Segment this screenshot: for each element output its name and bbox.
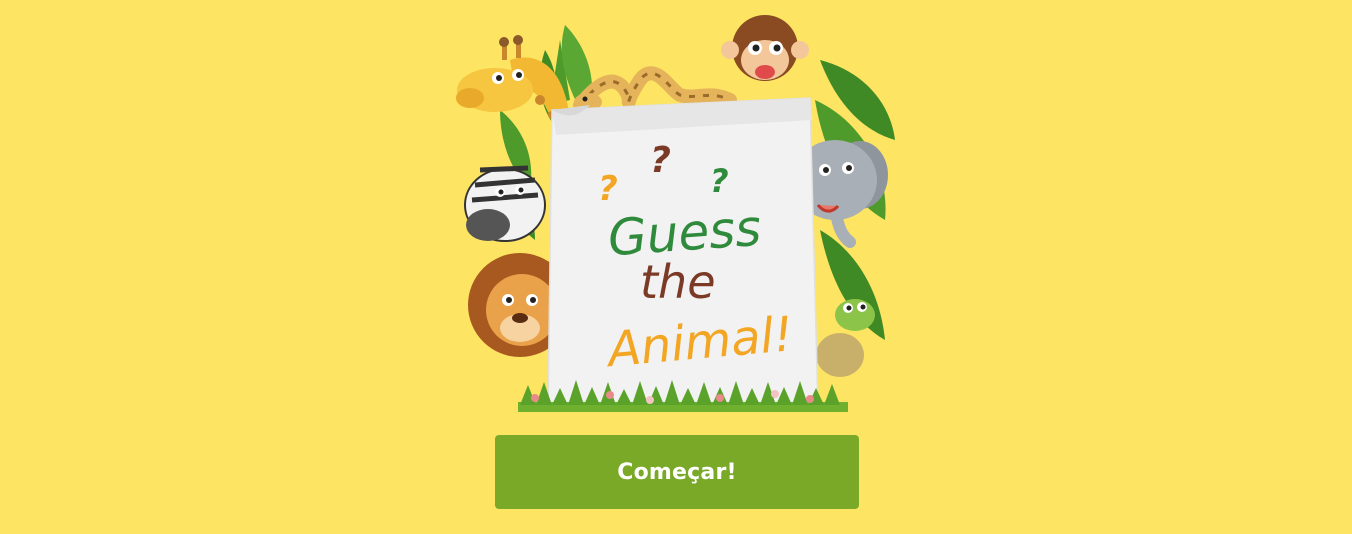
title-line-the: the <box>640 255 716 309</box>
monkey-character <box>721 15 809 81</box>
question-mark-left: ? <box>598 169 618 209</box>
zebra-character <box>464 165 546 242</box>
title-illustration: ? ? ? Guess the Animal! <box>440 10 910 420</box>
start-button[interactable]: Começar! <box>495 435 859 509</box>
game-start-screen: ? ? ? Guess the Animal! Começar! <box>0 0 1352 534</box>
question-mark-right: ? <box>710 162 729 200</box>
turtle-character <box>816 299 875 377</box>
question-mark-center: ? <box>650 140 671 181</box>
